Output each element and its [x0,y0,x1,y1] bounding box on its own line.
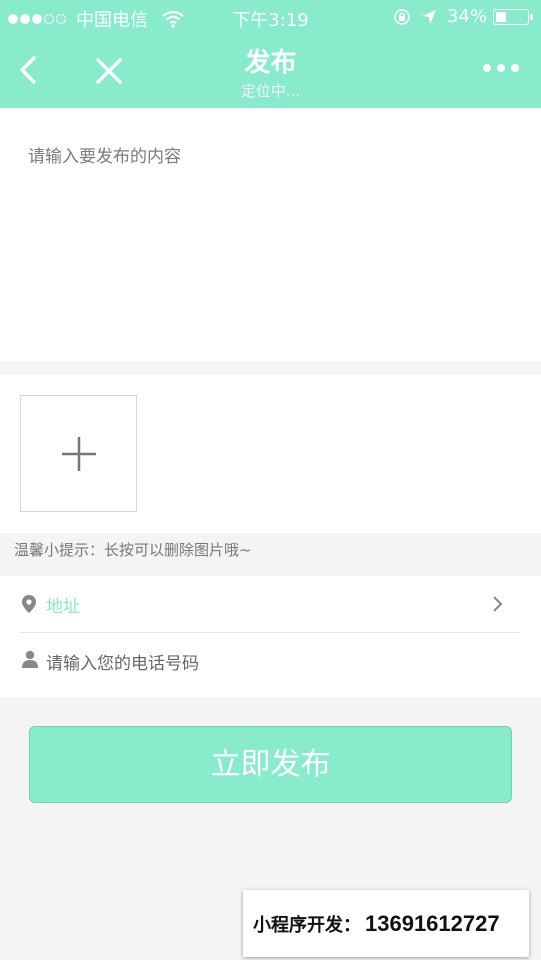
battery-icon [493,8,533,25]
status-right: 34% [393,6,533,27]
phone-input[interactable] [46,651,506,677]
form-section: 地址 [0,576,541,697]
top-bar: 中国电信 下午3:19 34% 发布 定位中... [0,0,541,108]
content-section [0,108,541,361]
more-dot [483,64,491,72]
more-options-icon[interactable] [477,64,519,72]
battery-percent: 34% [446,6,487,27]
add-photo-button[interactable] [20,395,137,512]
location-arrow-icon [421,9,436,24]
phone-row [20,633,520,695]
more-dot [511,64,519,72]
status-bar: 中国电信 下午3:19 34% [0,0,541,36]
chevron-right-icon [493,596,503,612]
page-subtitle: 定位中... [240,82,301,100]
submit-button[interactable]: 立即发布 [29,726,512,803]
promo-phone-number: 13691612727 [365,911,500,936]
battery-fill [496,11,506,22]
promo-banner: 小程序开发： 13691612727 [243,890,529,957]
page-title: 发布 [244,48,297,78]
address-row[interactable]: 地址 [20,576,520,633]
post-content-input[interactable] [28,142,518,342]
person-icon [22,650,38,668]
address-label: 地址 [46,597,80,617]
more-dot [497,64,505,72]
location-pin-icon [22,595,36,613]
promo-label: 小程序开发： [253,915,361,935]
rotation-lock-icon [394,8,410,25]
image-section [0,375,541,533]
photo-tip: 温馨小提示：长按可以删除图片哦~ [14,541,252,559]
plus-icon [62,437,96,471]
